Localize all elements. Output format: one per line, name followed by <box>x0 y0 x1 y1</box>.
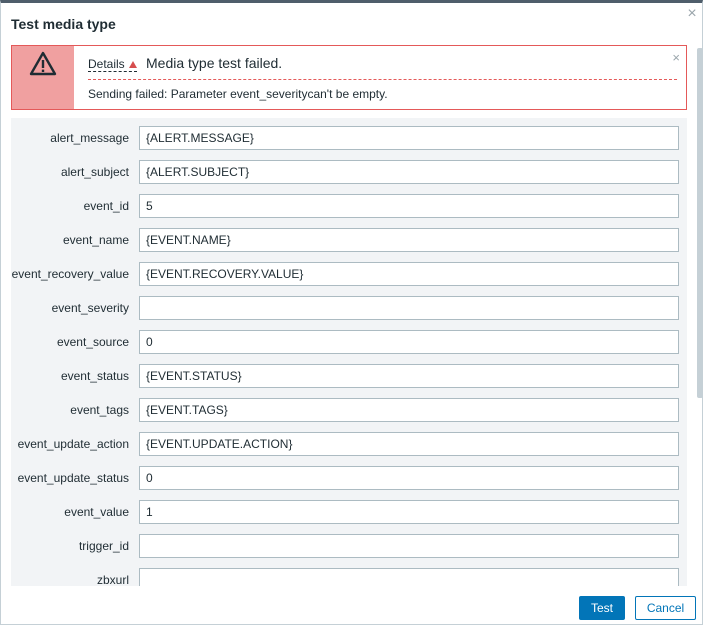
parameters-form: alert_message alert_subject event_id event_… <box>11 118 687 586</box>
param-label: alert_subject <box>60 165 129 179</box>
param-label: trigger_id <box>78 539 129 553</box>
param-input-event-update-action[interactable] <box>139 432 679 456</box>
param-label: alert_message <box>50 131 129 145</box>
param-input-event-name[interactable] <box>139 228 679 252</box>
message-title: Media type test failed. <box>146 55 283 71</box>
test-button[interactable]: Test <box>579 596 625 620</box>
param-label: event_recovery_value <box>11 267 129 281</box>
param-row-event-value: event_value <box>11 499 687 525</box>
param-input-zbxurl[interactable] <box>139 568 679 586</box>
param-row-zbxurl: zbxurl <box>11 567 687 586</box>
warning-icon <box>29 51 57 76</box>
param-row-trigger-id: trigger_id <box>11 533 687 559</box>
param-input-event-value[interactable] <box>139 500 679 524</box>
param-input-event-status[interactable] <box>139 364 679 388</box>
message-divider <box>88 79 677 80</box>
dialog-title: Test media type <box>11 16 116 32</box>
scrollbar[interactable] <box>697 48 703 398</box>
param-label: event_status <box>60 369 129 383</box>
error-message-box: Details Media type test failed. × Sendin… <box>11 45 687 110</box>
param-label: event_update_action <box>17 437 129 451</box>
param-label: event_source <box>56 335 129 349</box>
param-row-event-update-status: event_update_status <box>11 465 687 491</box>
param-input-trigger-id[interactable] <box>139 534 679 558</box>
param-label: event_value <box>64 505 129 519</box>
details-label: Details <box>88 57 125 71</box>
param-input-event-severity[interactable] <box>139 296 679 320</box>
param-row-event-recovery-value: event_recovery_value <box>11 261 687 287</box>
param-label: event_tags <box>70 403 129 417</box>
param-row-alert-subject: alert_subject <box>11 159 687 185</box>
param-label: event_name <box>62 233 129 247</box>
param-row-event-id: event_id <box>11 193 687 219</box>
param-row-event-tags: event_tags <box>11 397 687 423</box>
message-text: Sending failed: Parameter event_severity… <box>88 87 388 101</box>
param-input-event-update-status[interactable] <box>139 466 679 490</box>
param-row-event-update-action: event_update_action <box>11 431 687 457</box>
param-label: event_severity <box>51 301 129 315</box>
param-input-alert-subject[interactable] <box>139 160 679 184</box>
caret-up-icon <box>128 61 137 68</box>
param-row-alert-message: alert_message <box>11 125 687 151</box>
param-label: zbxurl <box>96 573 129 586</box>
param-row-event-status: event_status <box>11 363 687 389</box>
details-toggle[interactable]: Details <box>88 57 137 72</box>
param-label: event_id <box>83 199 129 213</box>
error-icon-panel <box>12 46 74 109</box>
param-input-alert-message[interactable] <box>139 126 679 150</box>
param-input-event-recovery-value[interactable] <box>139 262 679 286</box>
close-icon[interactable]: × <box>684 6 700 22</box>
param-row-event-source: event_source <box>11 329 687 355</box>
param-input-event-id[interactable] <box>139 194 679 218</box>
param-input-event-tags[interactable] <box>139 398 679 422</box>
param-label: event_update_status <box>17 471 129 485</box>
param-row-event-severity: event_severity <box>11 295 687 321</box>
param-row-event-name: event_name <box>11 227 687 253</box>
message-close-icon[interactable]: × <box>672 50 680 65</box>
cancel-button[interactable]: Cancel <box>635 596 696 620</box>
param-input-event-source[interactable] <box>139 330 679 354</box>
